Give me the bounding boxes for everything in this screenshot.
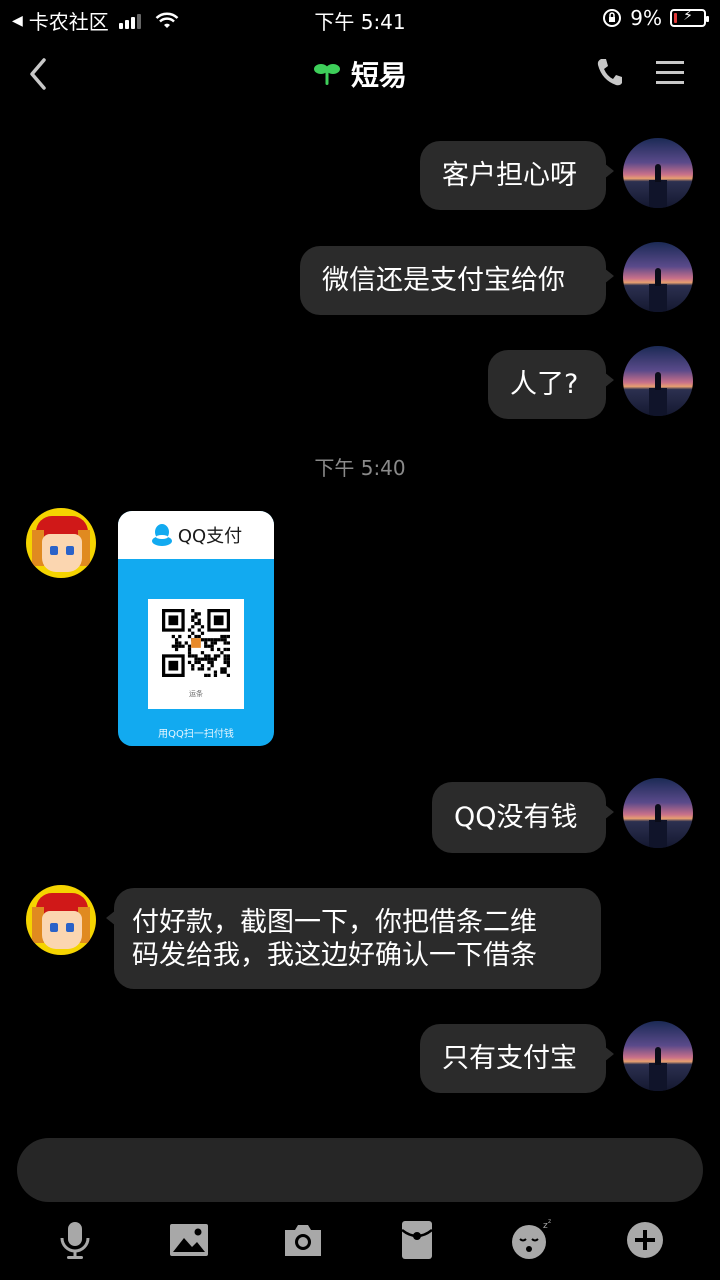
message-text: 客户担心呀 [442, 160, 577, 191]
input-toolbar: z z [0, 1214, 720, 1270]
battery-percent: 9% [630, 6, 662, 30]
message-input[interactable] [17, 1138, 703, 1202]
page-title: 短易 [350, 59, 407, 92]
message-text: 微信还是支付宝给你 [322, 265, 565, 296]
qq-pay-card[interactable]: QQ支付 运条 用QQ扫一扫付钱 [118, 511, 274, 746]
emoji-icon[interactable]: z z [509, 1218, 553, 1262]
qr-code-panel: 运条 [148, 599, 244, 709]
battery-icon: ⚡ [670, 8, 709, 27]
image-icon[interactable] [167, 1218, 211, 1262]
status-right: 9% ⚡ [602, 6, 709, 30]
qq-card-title: QQ支付 [177, 526, 243, 547]
qq-card-footer: 用QQ扫一扫付钱 [158, 729, 234, 740]
qr-code-icon [162, 609, 230, 677]
microphone-icon[interactable] [53, 1218, 97, 1262]
qq-penguin-icon [151, 524, 172, 546]
orientation-lock-icon [603, 9, 622, 27]
my-avatar[interactable] [623, 138, 693, 208]
red-packet-icon[interactable] [395, 1218, 439, 1262]
status-bar: ◀ 卡农社区 下午 5:41 9% ⚡ [0, 0, 720, 40]
my-avatar[interactable] [623, 1021, 693, 1091]
message-bubble-sent[interactable]: 客户担心呀 [420, 141, 614, 210]
svg-text:z: z [548, 1218, 551, 1225]
qr-caption: 运条 [189, 690, 203, 698]
message-bubble-received[interactable]: 付好款，截图一下，你把借条二维 码发给我，我这边好确认一下借条 [106, 888, 601, 989]
phone-icon[interactable] [594, 56, 624, 88]
nav-bar: 短易 [0, 40, 720, 106]
my-avatar[interactable] [623, 778, 693, 848]
message-timestamp: 下午 5:40 [314, 456, 406, 480]
contact-avatar[interactable] [26, 885, 96, 955]
menu-icon[interactable] [656, 60, 684, 86]
contact-avatar[interactable] [26, 508, 96, 578]
camera-icon[interactable] [281, 1218, 325, 1262]
message-bubble-sent[interactable]: 人了? [488, 350, 614, 419]
qq-card-header: QQ支付 [118, 511, 274, 559]
message-bubble-sent[interactable]: QQ没有钱 [432, 782, 614, 853]
message-text-line: 码发给我，我这边好确认一下借条 [132, 939, 537, 971]
charging-bolt-icon: ⚡ [683, 8, 693, 24]
message-text: QQ没有钱 [454, 802, 578, 833]
message-text: 人了? [510, 369, 579, 400]
sprout-icon [313, 64, 340, 85]
message-text-line: 付好款，截图一下，你把借条二维 [132, 906, 537, 938]
message-bubble-sent[interactable]: 只有支付宝 [420, 1024, 614, 1093]
message-bubble-sent[interactable]: 微信还是支付宝给你 [300, 246, 614, 315]
plus-icon[interactable] [623, 1218, 667, 1262]
message-text: 只有支付宝 [442, 1043, 577, 1074]
my-avatar[interactable] [623, 242, 693, 312]
my-avatar[interactable] [623, 346, 693, 416]
chat-screen: ◀ 卡农社区 下午 5:41 9% ⚡ 短易 客户担心呀 微信还是支付宝给你 人… [0, 0, 720, 1280]
